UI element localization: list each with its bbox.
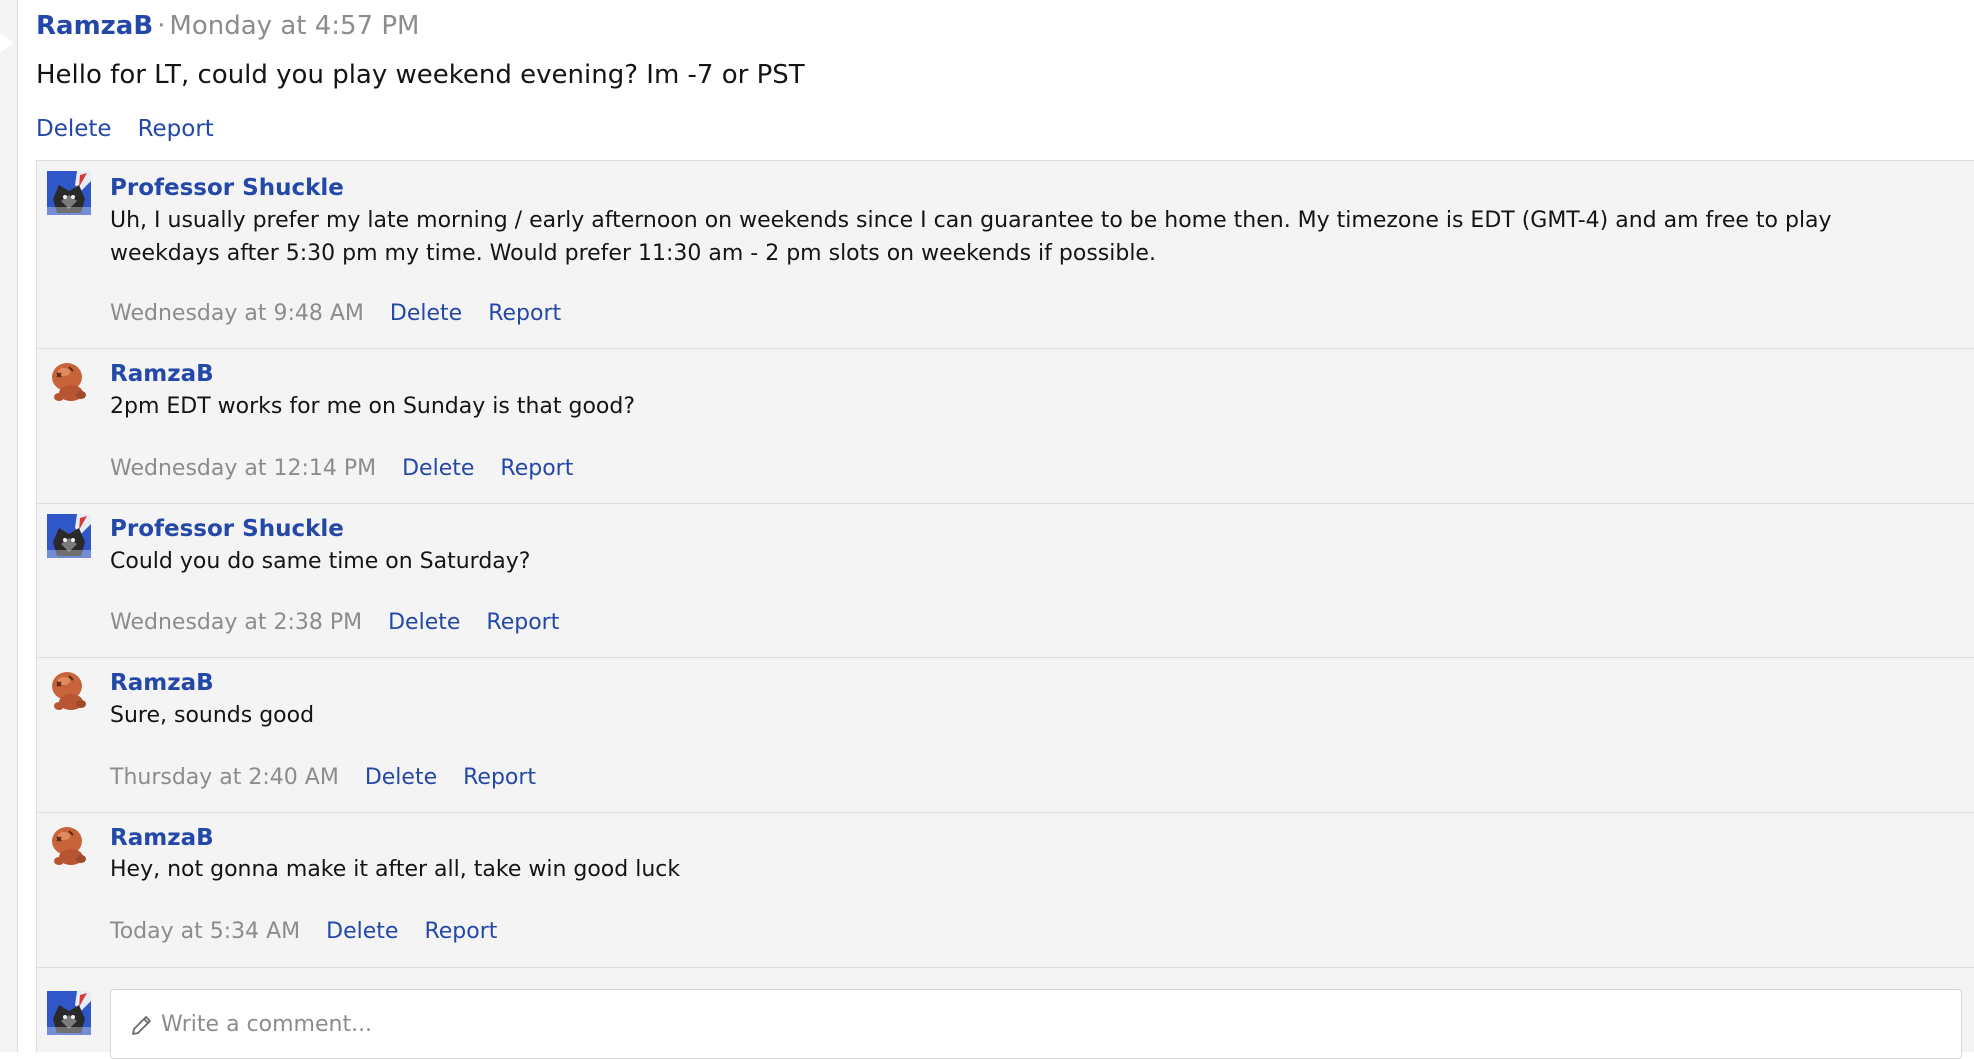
post-author-link[interactable]: RamzaB xyxy=(36,11,153,41)
comment-author-link[interactable]: Professor Shuckle xyxy=(110,175,344,201)
post-delete-link[interactable]: Delete xyxy=(36,116,112,142)
comment-item: RamzaB Sure, sounds good Thursday at 2:4… xyxy=(37,658,1974,813)
comment-report-link[interactable]: Report xyxy=(486,610,559,635)
comment-meta: Thursday at 2:40 AM Delete Report xyxy=(110,765,536,790)
comment-meta: Wednesday at 2:38 PM Delete Report xyxy=(110,610,559,635)
ramzab-avatar[interactable] xyxy=(47,668,91,712)
ramzab-avatar[interactable] xyxy=(47,359,91,403)
comment-delete-link[interactable]: Delete xyxy=(326,919,398,944)
comment-text: Hey, not gonna make it after all, take w… xyxy=(110,857,681,882)
comment-input[interactable] xyxy=(161,990,1951,1058)
comment-report-link[interactable]: Report xyxy=(463,765,536,790)
comment-author-link[interactable]: RamzaB xyxy=(110,670,214,696)
comment-item: Professor Shuckle Could you do same time… xyxy=(37,504,1974,658)
comment-timestamp[interactable]: Wednesday at 12:14 PM xyxy=(110,456,376,481)
comment-timestamp[interactable]: Wednesday at 9:48 AM xyxy=(110,301,364,326)
reply-row xyxy=(37,979,1974,1059)
comment-report-link[interactable]: Report xyxy=(488,301,561,326)
left-gutter xyxy=(0,0,18,1052)
comment-delete-link[interactable]: Delete xyxy=(402,456,474,481)
comment-text: Uh, I usually prefer my late morning / e… xyxy=(110,208,1832,266)
comment-item: Professor Shuckle Uh, I usually prefer m… xyxy=(37,161,1974,349)
comment-text: 2pm EDT works for me on Sunday is that g… xyxy=(110,394,636,419)
comment-meta: Wednesday at 12:14 PM Delete Report xyxy=(110,456,573,481)
comment-meta: Today at 5:34 AM Delete Report xyxy=(110,919,497,944)
professor-shuckle-avatar[interactable] xyxy=(47,171,91,215)
professor-shuckle-avatar[interactable] xyxy=(47,991,91,1035)
post-header: RamzaB · Monday at 4:57 PM xyxy=(36,11,419,41)
comment-item: RamzaB Hey, not gonna make it after all,… xyxy=(37,813,1974,968)
comment-item: RamzaB 2pm EDT works for me on Sunday is… xyxy=(37,349,1974,504)
comment-author-link[interactable]: RamzaB xyxy=(110,825,214,851)
comment-timestamp[interactable]: Today at 5:34 AM xyxy=(110,919,300,944)
comment-author-link[interactable]: RamzaB xyxy=(110,361,214,387)
comment-timestamp[interactable]: Thursday at 2:40 AM xyxy=(110,765,339,790)
post-timestamp[interactable]: Monday at 4:57 PM xyxy=(169,11,419,41)
pencil-icon xyxy=(132,1016,151,1035)
comment-text: Could you do same time on Saturday? xyxy=(110,549,531,574)
ramzab-avatar[interactable] xyxy=(47,823,91,867)
comment-delete-link[interactable]: Delete xyxy=(390,301,462,326)
comment-text: Sure, sounds good xyxy=(110,703,315,728)
pointer-arrow xyxy=(0,33,14,53)
reply-box[interactable] xyxy=(110,989,1962,1059)
comment-report-link[interactable]: Report xyxy=(500,456,573,481)
comment-delete-link[interactable]: Delete xyxy=(388,610,460,635)
post-actions: Delete Report xyxy=(36,116,214,142)
comment-author-link[interactable]: Professor Shuckle xyxy=(110,516,344,542)
comment-delete-link[interactable]: Delete xyxy=(365,765,437,790)
separator-dot: · xyxy=(157,11,166,41)
comment-meta: Wednesday at 9:48 AM Delete Report xyxy=(110,301,561,326)
post-report-link[interactable]: Report xyxy=(138,116,214,142)
comment-list: Professor Shuckle Uh, I usually prefer m… xyxy=(36,160,1974,1059)
professor-shuckle-avatar[interactable] xyxy=(47,514,91,558)
comment-report-link[interactable]: Report xyxy=(424,919,497,944)
post-body: Hello for LT, could you play weekend eve… xyxy=(36,60,805,90)
comment-timestamp[interactable]: Wednesday at 2:38 PM xyxy=(110,610,362,635)
